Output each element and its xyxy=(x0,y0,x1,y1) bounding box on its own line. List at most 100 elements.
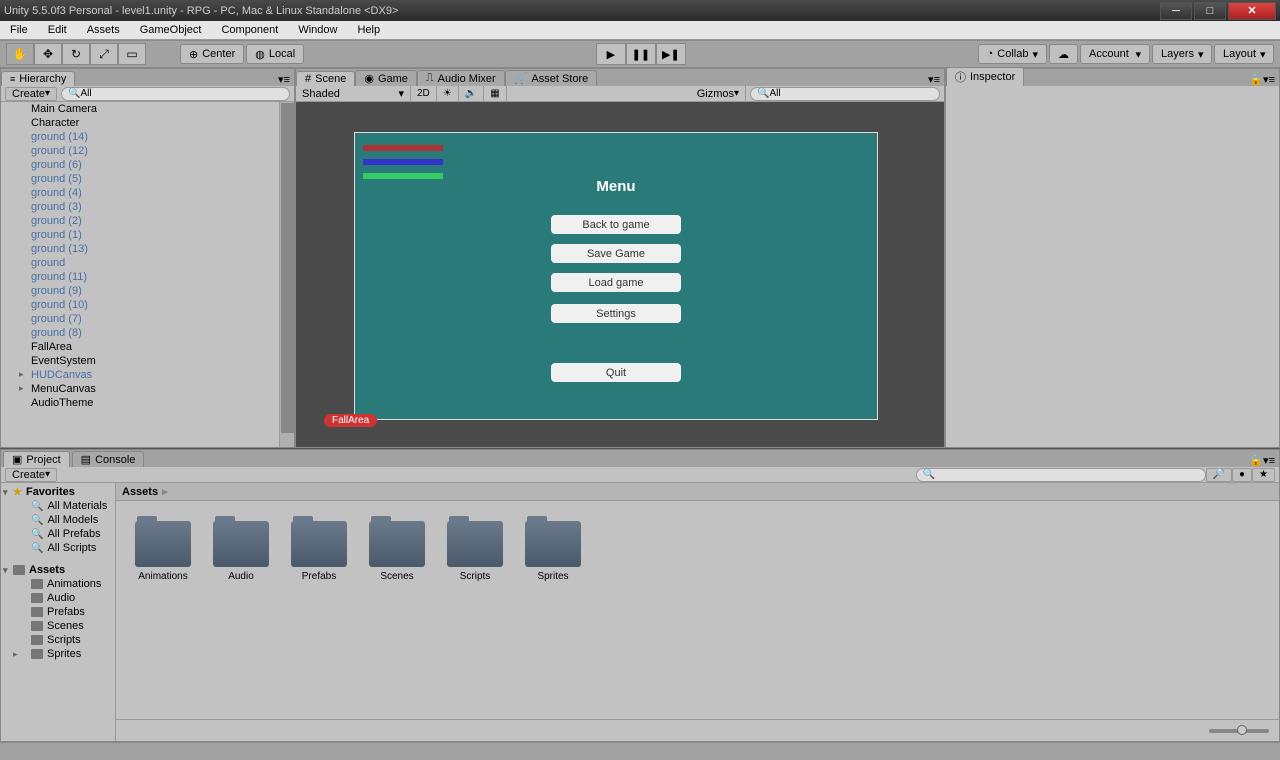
audio-mixer-tab[interactable]: ⎍ Audio Mixer xyxy=(417,70,505,86)
assets-header[interactable]: Assets xyxy=(1,563,115,577)
project-tab[interactable]: ▣ Project xyxy=(3,451,70,467)
lighting-toggle[interactable]: ☀ xyxy=(437,86,459,101)
inspector-lock-icon[interactable]: 🔒▾≡ xyxy=(1245,73,1279,86)
favorite-item[interactable]: 🔍All Materials xyxy=(1,499,115,513)
hierarchy-item[interactable]: ground (6) xyxy=(1,158,294,172)
hierarchy-item[interactable]: ground (1) xyxy=(1,228,294,242)
hierarchy-item[interactable]: EventSystem xyxy=(1,354,294,368)
tree-folder[interactable]: Scenes xyxy=(1,619,115,633)
cloud-button[interactable]: ☁ xyxy=(1049,44,1078,64)
asset-size-slider[interactable] xyxy=(1209,729,1269,733)
hierarchy-item[interactable]: ground (14) xyxy=(1,130,294,144)
gizmos-dropdown[interactable]: Gizmos ▾ xyxy=(691,86,746,101)
hierarchy-item[interactable]: ground (7) xyxy=(1,312,294,326)
game-tab[interactable]: ◉ Game xyxy=(355,70,417,86)
hierarchy-item[interactable]: Main Camera xyxy=(1,102,294,116)
asset-folder[interactable]: Audio xyxy=(212,521,270,582)
project-breadcrumb[interactable]: Assets ▸ xyxy=(116,483,1279,501)
pivot-center-button[interactable]: ⊕Center xyxy=(180,44,244,64)
collab-button[interactable]: ◔Collab▾ xyxy=(978,44,1047,64)
scene-tab[interactable]: # Scene xyxy=(296,71,355,86)
account-button[interactable]: Account▾ xyxy=(1080,44,1150,64)
fx-toggle[interactable]: ▦ xyxy=(484,86,506,101)
hierarchy-item[interactable]: MenuCanvas xyxy=(1,382,294,396)
tree-folder[interactable]: Animations xyxy=(1,577,115,591)
menu-gameobject[interactable]: GameObject xyxy=(130,22,212,38)
step-button[interactable]: ▶❚ xyxy=(656,43,686,65)
scene-search-input[interactable]: 🔍All xyxy=(750,87,940,101)
favorite-item[interactable]: 🔍All Prefabs xyxy=(1,527,115,541)
tree-folder[interactable]: Scripts xyxy=(1,633,115,647)
menu-edit[interactable]: Edit xyxy=(38,22,77,38)
menu-component[interactable]: Component xyxy=(211,22,288,38)
layers-button[interactable]: Layers▾ xyxy=(1152,44,1212,64)
inspector-tab[interactable]: ⓘ Inspector xyxy=(946,67,1024,86)
hierarchy-item[interactable]: ground (11) xyxy=(1,270,294,284)
hierarchy-item[interactable]: ground (13) xyxy=(1,242,294,256)
pause-button[interactable]: ❚❚ xyxy=(626,43,656,65)
rotate-tool-button[interactable]: ↻ xyxy=(62,43,90,65)
tree-folder[interactable]: ▸Sprites xyxy=(1,647,115,661)
hierarchy-item[interactable]: ground (2) xyxy=(1,214,294,228)
hand-tool-button[interactable]: ✋ xyxy=(6,43,34,65)
hierarchy-search-input[interactable]: 🔍All xyxy=(61,87,290,101)
search-filter-asset-icon[interactable]: 🔎 xyxy=(1206,468,1232,482)
project-search-input[interactable]: 🔍 xyxy=(916,468,1206,482)
move-tool-button[interactable]: ✥ xyxy=(34,43,62,65)
hierarchy-item[interactable]: Character xyxy=(1,116,294,130)
scale-tool-button[interactable]: ⤢ xyxy=(90,43,118,65)
search-filter-type-icon[interactable]: ● xyxy=(1232,468,1252,482)
render-mode-dropdown[interactable]: Shaded▾ xyxy=(296,86,411,101)
favorite-item[interactable]: 🔍All Models xyxy=(1,513,115,527)
tree-folder[interactable]: Audio xyxy=(1,591,115,605)
hierarchy-item[interactable]: ground (8) xyxy=(1,326,294,340)
hierarchy-item[interactable]: ground (10) xyxy=(1,298,294,312)
hierarchy-options-icon[interactable]: ▾≡ xyxy=(274,73,294,86)
local-icon: ◍ xyxy=(255,48,265,61)
tree-folder[interactable]: Prefabs xyxy=(1,605,115,619)
asset-store-tab[interactable]: 🛒 Asset Store xyxy=(505,70,598,86)
window-close-button[interactable]: ✕ xyxy=(1228,2,1276,20)
hierarchy-item[interactable]: HUDCanvas xyxy=(1,368,294,382)
hierarchy-item[interactable]: ground (3) xyxy=(1,200,294,214)
window-maximize-button[interactable]: □ xyxy=(1194,2,1226,20)
project-create-button[interactable]: Create ▾ xyxy=(5,468,57,482)
menu-assets[interactable]: Assets xyxy=(77,22,130,38)
2d-toggle[interactable]: 2D xyxy=(411,86,437,101)
hierarchy-item[interactable]: ground (12) xyxy=(1,144,294,158)
hierarchy-list[interactable]: Main CameraCharacterground (14)ground (1… xyxy=(1,102,294,447)
hierarchy-item[interactable]: ground xyxy=(1,256,294,270)
pivot-local-button[interactable]: ◍Local xyxy=(246,44,304,64)
hierarchy-scrollbar[interactable] xyxy=(279,102,294,447)
console-tab[interactable]: ▤ Console xyxy=(72,451,145,467)
hierarchy-create-button[interactable]: Create ▾ xyxy=(5,87,57,101)
project-lock-icon[interactable]: 🔒▾≡ xyxy=(1245,454,1279,467)
asset-folder[interactable]: Scripts xyxy=(446,521,504,582)
menu-window[interactable]: Window xyxy=(288,22,347,38)
hierarchy-item[interactable]: AudioTheme xyxy=(1,396,294,410)
search-filter-star-icon[interactable]: ★ xyxy=(1252,468,1275,482)
hierarchy-item[interactable]: FallArea xyxy=(1,340,294,354)
scene-options-icon[interactable]: ▾≡ xyxy=(924,73,944,86)
audio-toggle[interactable]: 🔊 xyxy=(459,86,484,101)
rect-tool-button[interactable]: ▭ xyxy=(118,43,146,65)
asset-folder[interactable]: Prefabs xyxy=(290,521,348,582)
layout-button[interactable]: Layout▾ xyxy=(1214,44,1274,64)
menu-file[interactable]: File xyxy=(0,22,38,38)
asset-folder[interactable]: Animations xyxy=(134,521,192,582)
play-button[interactable]: ▶ xyxy=(596,43,626,65)
scene-viewport[interactable]: Menu Back to game Save Game Load game Se… xyxy=(296,102,944,447)
asset-folder[interactable]: Scenes xyxy=(368,521,426,582)
search-icon: 🔍 xyxy=(31,515,43,526)
asset-folder[interactable]: Sprites xyxy=(524,521,582,582)
favorite-item[interactable]: 🔍All Scripts xyxy=(1,541,115,555)
hierarchy-item[interactable]: ground (5) xyxy=(1,172,294,186)
project-tree[interactable]: ★Favorites 🔍All Materials🔍All Models🔍All… xyxy=(1,483,116,741)
menu-help[interactable]: Help xyxy=(347,22,390,38)
window-minimize-button[interactable]: ─ xyxy=(1160,2,1192,20)
hierarchy-item[interactable]: ground (9) xyxy=(1,284,294,298)
asset-grid[interactable]: Animations Audio Prefabs Scenes Scripts Sprit… xyxy=(116,501,1279,719)
hierarchy-item[interactable]: ground (4) xyxy=(1,186,294,200)
favorites-header[interactable]: ★Favorites xyxy=(1,485,115,499)
hierarchy-tab[interactable]: Hierarchy xyxy=(1,71,75,86)
